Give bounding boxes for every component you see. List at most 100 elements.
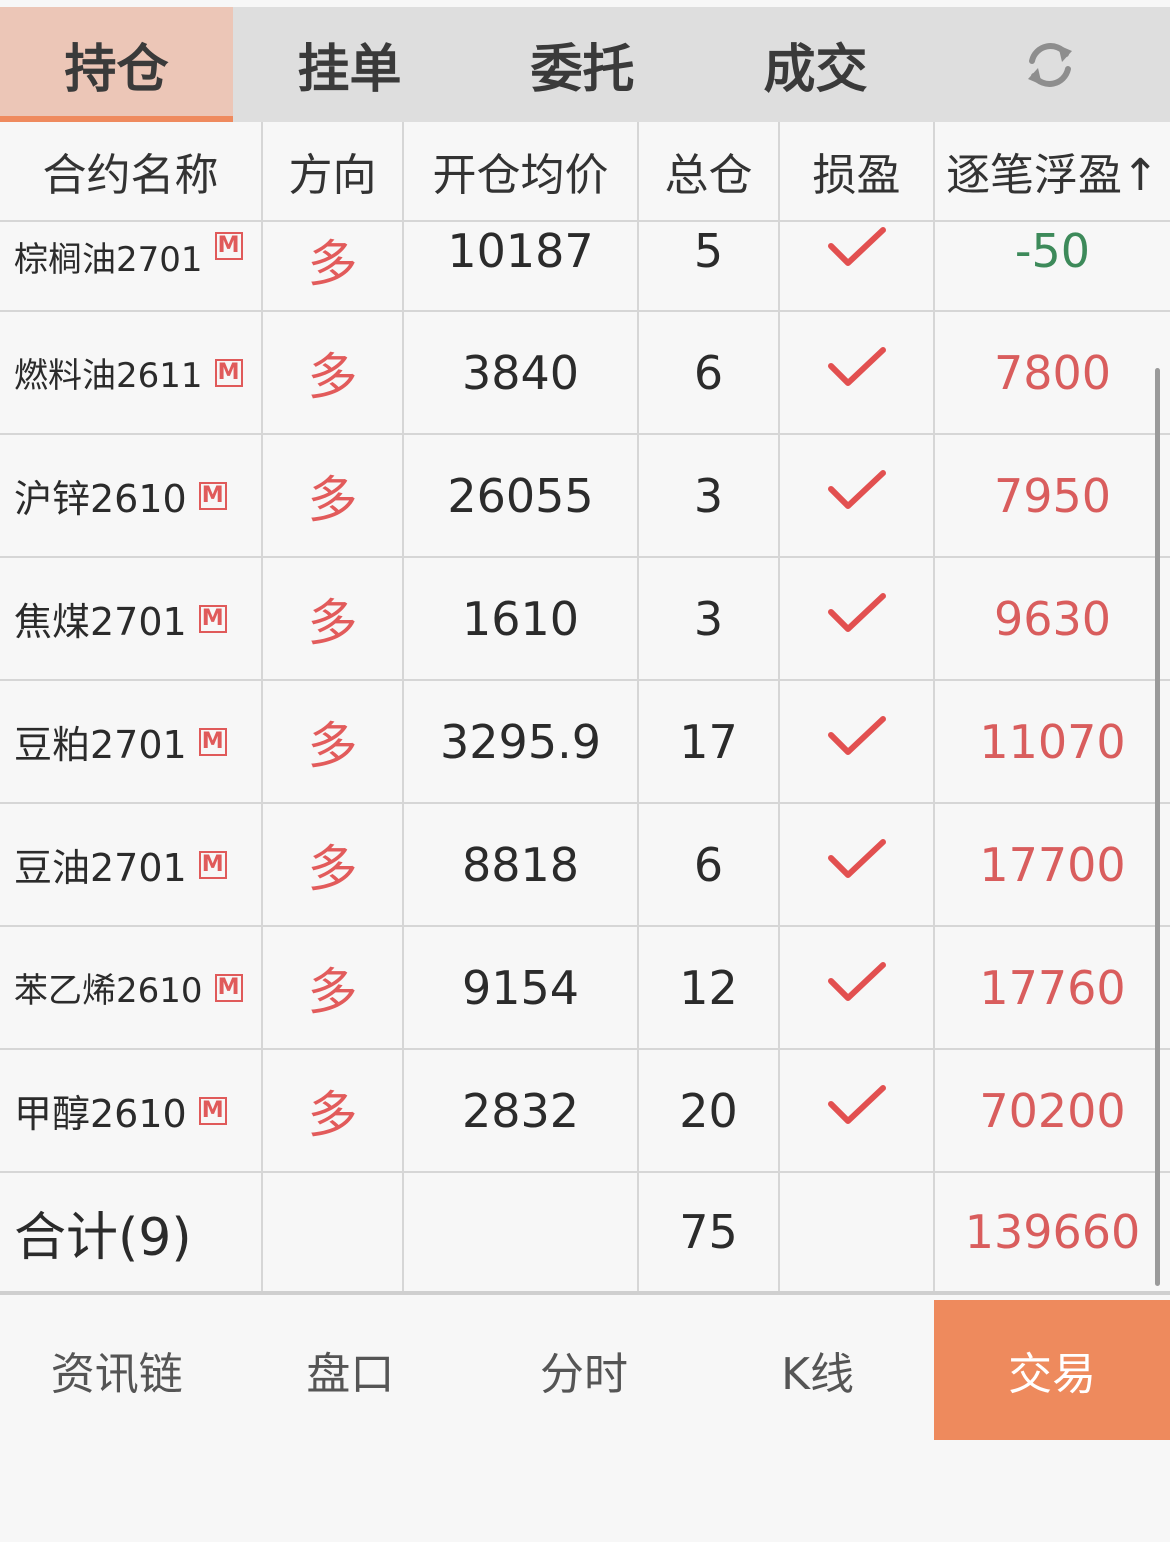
float-pl: 70200	[979, 1083, 1126, 1138]
stop-pl-check[interactable]	[780, 927, 935, 1048]
tab-pending-orders[interactable]: 挂单	[233, 7, 466, 122]
avg-price: 10187	[404, 222, 639, 310]
checkmark-icon	[826, 713, 888, 770]
table-row[interactable]: 沪锌2610 M 多 26055 3 7950	[0, 435, 1170, 558]
avg-price: 3295.9	[404, 681, 639, 802]
stop-pl-check[interactable]	[780, 312, 935, 433]
float-pl: 17700	[979, 837, 1126, 892]
total-qty: 20	[639, 1050, 780, 1171]
table-row[interactable]: 苯乙烯2610 M 多 9154 12 17760	[0, 927, 1170, 1050]
m-badge-icon: M	[214, 358, 243, 387]
total-qty: 5	[639, 222, 780, 310]
stop-pl-check[interactable]	[780, 558, 935, 679]
contract-name-cell: 豆粕2701 M	[0, 681, 263, 802]
direction: 多	[263, 222, 404, 310]
m-badge-icon: M	[198, 481, 227, 510]
total-row: 合计(9) 75 139660	[0, 1173, 1170, 1295]
table-row[interactable]: 豆油2701 M 多 8818 6 17700	[0, 804, 1170, 927]
header-contract-name[interactable]: 合约名称	[0, 122, 263, 220]
total-empty-cell	[780, 1173, 935, 1291]
total-qty: 6	[639, 804, 780, 925]
checkmark-icon	[826, 836, 888, 893]
stop-pl-check[interactable]	[780, 222, 935, 310]
total-qty: 3	[639, 435, 780, 556]
header-total-qty[interactable]: 总仓	[639, 122, 780, 220]
total-qty: 17	[639, 681, 780, 802]
tab-orders[interactable]: 委托	[466, 7, 699, 122]
contract-name-cell: 沪锌2610 M	[0, 435, 263, 556]
direction: 多	[263, 558, 404, 679]
table-header: 合约名称 方向 开仓均价 总仓 损盈 逐笔浮盈↑	[0, 122, 1170, 222]
total-qty: 12	[639, 927, 780, 1048]
avg-price: 9154	[404, 927, 639, 1048]
contract-name-cell: 棕榈油2701 M	[0, 222, 263, 310]
nav-order-book[interactable]: 盘口	[234, 1300, 468, 1440]
contract-name: 焦煤2701	[14, 600, 187, 644]
checkmark-icon	[826, 224, 888, 281]
direction: 多	[263, 312, 404, 433]
stop-pl-check[interactable]	[780, 1050, 935, 1171]
contract-name: 苯乙烯2610	[14, 971, 203, 1011]
direction: 多	[263, 927, 404, 1048]
bottom-safe-area	[0, 1440, 1170, 1542]
m-badge-icon: M	[214, 232, 243, 260]
bottom-nav: 资讯链 盘口 分时 K线 交易	[0, 1300, 1170, 1440]
top-tab-bar: 持仓 挂单 委托 成交	[0, 7, 1170, 122]
contract-name: 甲醇2610	[14, 1092, 187, 1136]
nav-news-chain[interactable]: 资讯链	[0, 1300, 234, 1440]
contract-name: 燃料油2611	[14, 356, 203, 396]
float-pl: 9630	[993, 591, 1112, 646]
scrollbar[interactable]	[1155, 368, 1160, 1286]
positions-table: 合约名称 方向 开仓均价 总仓 损盈 逐笔浮盈↑ 棕榈油2701 M 多 10187 5…	[0, 122, 1170, 1295]
stop-pl-check[interactable]	[780, 804, 935, 925]
checkmark-icon	[826, 959, 888, 1016]
checkmark-icon	[826, 590, 888, 647]
table-row[interactable]: 豆粕2701 M 多 3295.9 17 11070	[0, 681, 1170, 804]
contract-name-cell: 豆油2701 M	[0, 804, 263, 925]
tab-positions[interactable]: 持仓	[0, 7, 233, 122]
table-row[interactable]: 甲醇2610 M 多 2832 20 70200	[0, 1050, 1170, 1173]
m-badge-icon: M	[198, 850, 227, 879]
checkmark-icon	[826, 467, 888, 524]
total-pl: 139660	[964, 1205, 1141, 1259]
header-stop-pl[interactable]: 损盈	[780, 122, 935, 220]
direction: 多	[263, 1050, 404, 1171]
avg-price: 1610	[404, 558, 639, 679]
direction: 多	[263, 435, 404, 556]
checkmark-icon	[826, 1082, 888, 1139]
header-avg-price[interactable]: 开仓均价	[404, 122, 639, 220]
nav-time-share[interactable]: 分时	[467, 1300, 701, 1440]
m-badge-icon: M	[214, 973, 243, 1002]
m-badge-icon: M	[198, 604, 227, 633]
float-pl: 17760	[979, 960, 1126, 1015]
total-qty: 3	[639, 558, 780, 679]
contract-name: 沪锌2610	[14, 477, 187, 521]
header-float-pl[interactable]: 逐笔浮盈↑	[935, 122, 1170, 220]
float-pl: 11070	[979, 714, 1126, 769]
table-row[interactable]: 棕榈油2701 M 多 10187 5 -50	[0, 222, 1170, 312]
contract-name-cell: 甲醇2610 M	[0, 1050, 263, 1171]
contract-name: 棕榈油2701	[14, 240, 203, 280]
table-row[interactable]: 焦煤2701 M 多 1610 3 9630	[0, 558, 1170, 681]
stop-pl-check[interactable]	[780, 435, 935, 556]
avg-price: 26055	[404, 435, 639, 556]
total-empty-cell	[404, 1173, 639, 1291]
stop-pl-check[interactable]	[780, 681, 935, 802]
total-qty: 6	[639, 312, 780, 433]
checkmark-icon	[826, 344, 888, 401]
contract-name-cell: 燃料油2611 M	[0, 312, 263, 433]
m-badge-icon: M	[198, 727, 227, 756]
float-pl: 7950	[993, 468, 1112, 523]
contract-name-cell: 焦煤2701 M	[0, 558, 263, 679]
nav-trade[interactable]: 交易	[934, 1300, 1170, 1440]
table-row[interactable]: 燃料油2611 M 多 3840 6 7800	[0, 312, 1170, 435]
contract-name: 豆油2701	[14, 846, 187, 890]
nav-kline[interactable]: K线	[701, 1300, 935, 1440]
refresh-button[interactable]	[932, 7, 1168, 122]
direction: 多	[263, 804, 404, 925]
tab-trades[interactable]: 成交	[699, 7, 932, 122]
avg-price: 3840	[404, 312, 639, 433]
header-direction[interactable]: 方向	[263, 122, 404, 220]
total-label: 合计(9)	[0, 1173, 263, 1291]
contract-name-cell: 苯乙烯2610 M	[0, 927, 263, 1048]
